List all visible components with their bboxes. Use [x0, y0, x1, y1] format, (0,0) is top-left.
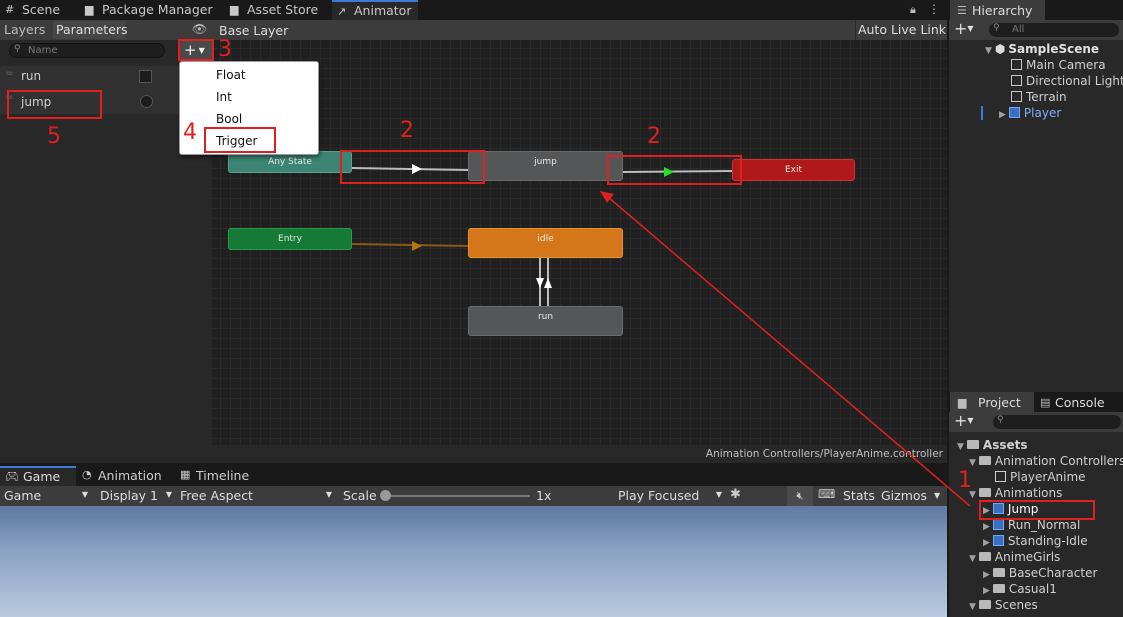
annotation-drag-arrow	[600, 191, 971, 507]
